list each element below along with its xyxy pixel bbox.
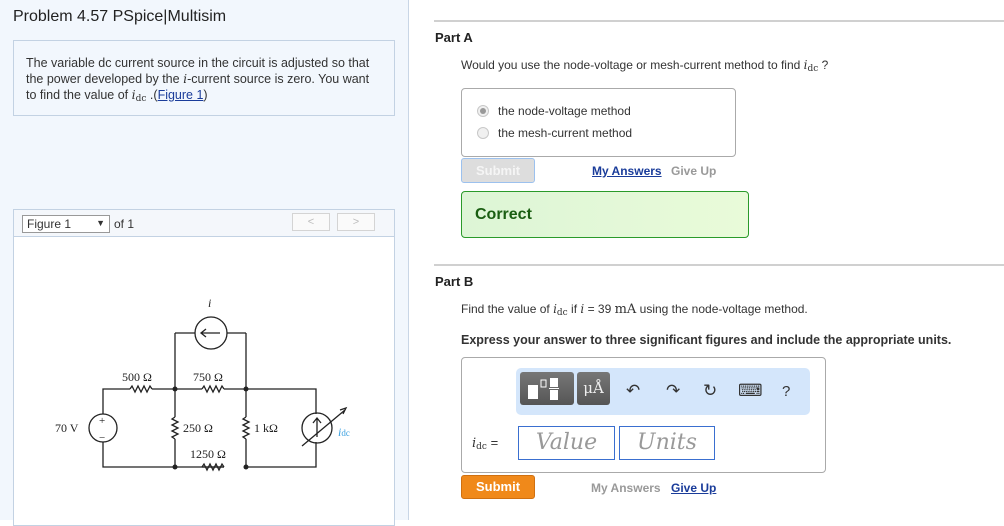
node-dot [243, 386, 249, 392]
question-text: = 39 [584, 302, 615, 316]
label-i: i [208, 296, 211, 310]
units-input[interactable]: Units [619, 426, 715, 460]
correct-feedback: Correct [461, 191, 749, 238]
part-b-instruction: Express your answer to three significant… [461, 333, 952, 347]
circuit-diagram: i 500 Ω 750 Ω 250 Ω 1 kΩ 1250 Ω 70 V + −… [55, 296, 350, 472]
keyboard-icon[interactable]: ⌨ [738, 381, 763, 401]
label-1250: 1250 Ω [190, 447, 226, 461]
math-sub: dc [556, 308, 568, 318]
option-label: the node-voltage method [498, 104, 631, 118]
math-sub: dc [807, 64, 819, 74]
question-text: Find the value of [461, 302, 554, 316]
radio-button[interactable] [477, 127, 489, 139]
option-node-voltage[interactable]: the node-voltage method [477, 104, 631, 118]
option-label: the mesh-current method [498, 126, 633, 140]
label-70v: 70 V [55, 421, 79, 435]
arrow-left-icon [199, 328, 220, 338]
part-b-submit-button[interactable]: Submit [461, 475, 535, 499]
answer-variable: idc = [472, 435, 498, 452]
question-text: Would you use the node-voltage or mesh-c… [461, 58, 804, 72]
part-b-give-up-link[interactable]: Give Up [671, 481, 716, 495]
node-dot [243, 464, 249, 470]
help-icon[interactable]: ? [782, 383, 790, 400]
equals-sign: = [490, 435, 499, 450]
part-a-my-answers-link[interactable]: My Answers [592, 164, 662, 178]
redo-icon[interactable]: ↷ [666, 381, 680, 401]
radio-button[interactable] [477, 105, 489, 117]
divider [434, 20, 1004, 22]
math-sub: dc [476, 442, 487, 452]
label-500: 500 Ω [122, 370, 152, 384]
units-button[interactable]: μÅ [577, 372, 610, 405]
part-b-my-answers: My Answers [591, 481, 661, 495]
part-a-label: Part A [435, 30, 473, 45]
plus-sign: + [99, 415, 105, 427]
part-b-label: Part B [435, 274, 474, 289]
reset-icon[interactable]: ↻ [703, 381, 717, 401]
part-b-question: Find the value of idc if i = 39 mA using… [461, 302, 808, 318]
undo-icon[interactable]: ↶ [626, 381, 640, 401]
label-1k: 1 kΩ [254, 421, 278, 435]
question-text: ? [818, 58, 829, 72]
math-toolbar: μÅ ↶ ↷ ↻ ⌨ ? [516, 368, 810, 415]
minus-sign: − [99, 432, 105, 444]
label-idc: idc [338, 425, 350, 439]
label-250: 250 Ω [183, 421, 213, 435]
question-text: if [567, 302, 581, 316]
answer-options: the node-voltage method the mesh-current… [461, 88, 736, 157]
part-a-submit-button[interactable]: Submit [461, 158, 535, 183]
node-dot [172, 464, 178, 470]
math-unit: mA [614, 302, 637, 317]
question-text: using the node-voltage method. [636, 302, 808, 316]
value-input[interactable]: Value [518, 426, 615, 460]
label-750: 750 Ω [193, 370, 223, 384]
templates-button[interactable] [520, 372, 574, 405]
part-a-question: Would you use the node-voltage or mesh-c… [461, 58, 828, 74]
part-a-give-up: Give Up [671, 164, 717, 178]
option-mesh-current[interactable]: the mesh-current method [477, 126, 632, 140]
node-dot [172, 386, 178, 392]
divider [434, 264, 1004, 266]
fraction-template-icon [528, 378, 559, 400]
